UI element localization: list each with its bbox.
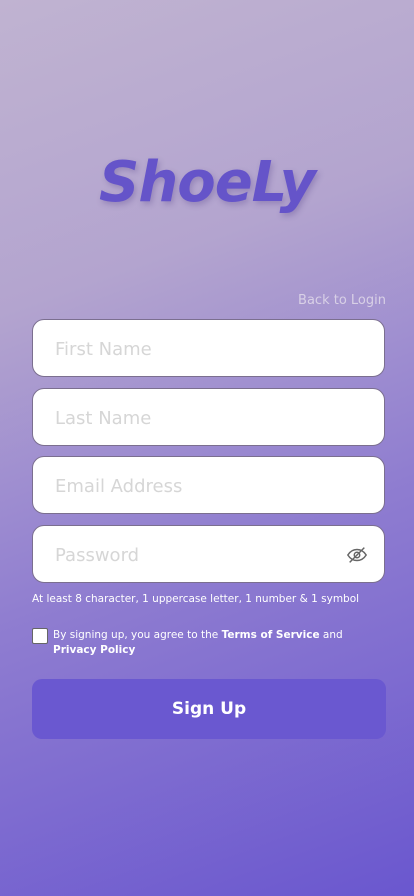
terms-agreement: By signing up, you agree to the Terms of… bbox=[32, 627, 382, 663]
email-input[interactable] bbox=[53, 457, 357, 515]
sign-up-button[interactable]: Sign Up bbox=[32, 679, 386, 739]
back-to-login-link[interactable]: Back to Login bbox=[298, 293, 386, 308]
email-field[interactable] bbox=[32, 456, 385, 515]
first-name-field[interactable] bbox=[32, 319, 385, 378]
last-name-input[interactable] bbox=[53, 389, 357, 447]
terms-prefix: By signing up, you agree to the bbox=[53, 629, 222, 641]
terms-and: and bbox=[319, 629, 343, 641]
privacy-policy-link[interactable]: Privacy Policy bbox=[53, 644, 135, 656]
password-input[interactable] bbox=[53, 526, 357, 584]
password-field[interactable] bbox=[32, 525, 385, 584]
password-hint: At least 8 character, 1 uppercase letter… bbox=[32, 593, 360, 605]
first-name-input[interactable] bbox=[53, 320, 357, 378]
eye-off-icon[interactable] bbox=[346, 544, 368, 566]
last-name-field[interactable] bbox=[32, 388, 385, 447]
terms-of-service-link[interactable]: Terms of Service bbox=[222, 629, 320, 641]
app-logo: ShoeLy bbox=[99, 150, 316, 215]
terms-checkbox[interactable] bbox=[32, 628, 48, 644]
terms-text: By signing up, you agree to the Terms of… bbox=[53, 628, 353, 658]
